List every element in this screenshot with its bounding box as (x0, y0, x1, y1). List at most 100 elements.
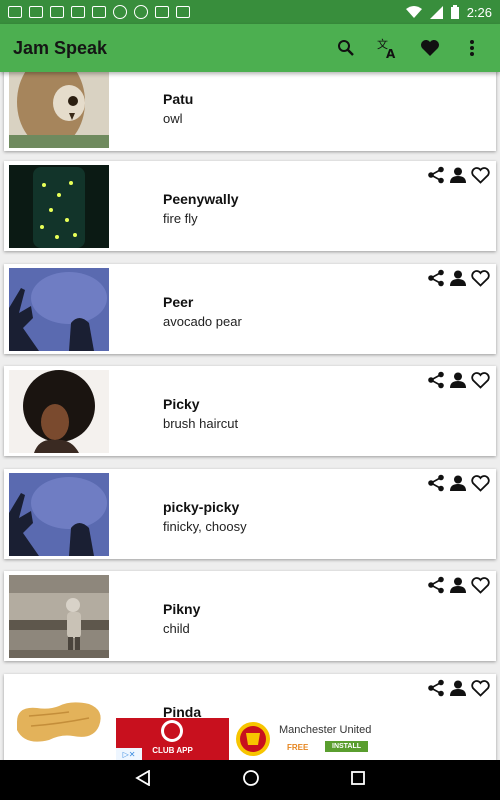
entry-word: Peenywally (163, 191, 239, 207)
notification-icons (0, 5, 190, 19)
favorite-button[interactable] (470, 268, 490, 288)
recents-icon (350, 770, 365, 785)
heart-outline-icon (470, 474, 490, 492)
signal-icon (429, 5, 443, 19)
share-button[interactable] (426, 268, 446, 288)
entry-word: picky-picky (163, 499, 240, 515)
entry-meaning: child (163, 621, 190, 636)
heart-outline-icon (470, 576, 490, 594)
share-button[interactable] (426, 575, 446, 595)
share-button[interactable] (426, 678, 446, 698)
person-icon (450, 167, 466, 183)
favorite-button[interactable] (470, 165, 490, 185)
word-card[interactable]: Patu owl (4, 72, 496, 151)
person-icon (450, 270, 466, 286)
share-icon (428, 474, 444, 492)
entry-word: Picky (163, 396, 200, 412)
share-icon (428, 371, 444, 389)
person-icon (450, 680, 466, 696)
share-button[interactable] (426, 370, 446, 390)
favorite-button[interactable] (470, 370, 490, 390)
share-icon (428, 679, 444, 697)
afro-woman-photo (9, 370, 109, 453)
person-icon (450, 372, 466, 388)
person-button[interactable] (448, 268, 468, 288)
word-card[interactable]: Peenywally fire fly (4, 161, 496, 251)
more-vert-icon (470, 40, 474, 56)
word-card[interactable]: Picky brush haircut (4, 366, 496, 456)
more-options-button[interactable] (460, 36, 484, 60)
ad-price: FREE (287, 743, 309, 752)
shadow-hands-photo (9, 268, 109, 351)
entry-meaning: owl (163, 111, 183, 126)
mail-icon (29, 6, 43, 18)
ad-content: Manchester United FREE INSTALL (229, 718, 383, 760)
favorite-button[interactable] (470, 678, 490, 698)
person-button[interactable] (448, 678, 468, 698)
favorites-button[interactable] (418, 36, 442, 60)
word-card[interactable]: picky-picky finicky, choosy (4, 469, 496, 559)
peanut-photo (9, 678, 109, 760)
person-button[interactable] (448, 165, 468, 185)
back-icon (135, 768, 151, 787)
status-time: 2:26 (466, 4, 492, 20)
manchester-united-logo-icon (236, 722, 270, 756)
entry-meaning: avocado pear (163, 314, 242, 329)
battery-icon (450, 5, 459, 19)
person-button[interactable] (448, 473, 468, 493)
navigation-bar (0, 760, 500, 800)
person-button[interactable] (448, 370, 468, 390)
svg-text:A: A (386, 47, 396, 59)
word-card[interactable]: Peer avocado pear (4, 264, 496, 354)
share-button[interactable] (426, 473, 446, 493)
chat-icon (134, 5, 148, 19)
word-list[interactable]: Patu owl Peenywally fire fly Peer avocad… (0, 72, 500, 760)
favorite-button[interactable] (470, 473, 490, 493)
child-photo (9, 575, 109, 658)
heart-outline-icon (470, 371, 490, 389)
adchoices-icon[interactable]: ▷✕ (116, 748, 142, 760)
back-button[interactable] (135, 768, 151, 791)
entry-word: Peer (163, 294, 194, 310)
entry-word: Pikny (163, 601, 201, 617)
favorite-icon (421, 40, 439, 56)
entry-meaning: brush haircut (163, 416, 239, 431)
calendar-icon (92, 6, 106, 18)
favorite-button[interactable] (470, 575, 490, 595)
heart-outline-icon (470, 269, 490, 287)
share-button[interactable] (426, 165, 446, 185)
search-icon (338, 40, 354, 56)
youtube-icon (50, 6, 64, 18)
ad-install-button[interactable]: INSTALL (325, 741, 369, 752)
recents-button[interactable] (350, 770, 365, 790)
entry-word: Patu (163, 91, 194, 107)
shadow-hands-photo (9, 473, 109, 556)
heart-outline-icon (470, 166, 490, 184)
banner-ad[interactable]: CLUB APP Manchester United FREE INSTALL (116, 718, 383, 760)
share-icon (428, 576, 444, 594)
entry-meaning: finicky, choosy (163, 519, 247, 534)
search-button[interactable] (334, 36, 358, 60)
person-icon (450, 577, 466, 593)
person-icon (450, 475, 466, 491)
owl-photo (9, 72, 109, 148)
app-title: Jam Speak (13, 37, 108, 58)
person-button[interactable] (448, 575, 468, 595)
app-bar: Jam Speak 文A (0, 24, 500, 72)
chat-icon (113, 5, 127, 19)
share-icon (428, 166, 444, 184)
translate-button[interactable]: 文A (376, 36, 400, 60)
heart-outline-icon (470, 679, 490, 697)
share-icon (428, 269, 444, 287)
gmail-icon (8, 6, 22, 18)
home-icon (243, 769, 259, 786)
status-bar: 2:26 (0, 0, 500, 24)
entry-meaning: fire fly (163, 211, 198, 226)
firefly-jar-photo (9, 165, 109, 248)
android-icon (71, 6, 85, 18)
message-icon (176, 6, 190, 18)
square-icon (155, 6, 169, 18)
home-button[interactable] (242, 769, 260, 792)
wifi-icon (405, 5, 422, 18)
word-card[interactable]: Pikny child (4, 571, 496, 661)
